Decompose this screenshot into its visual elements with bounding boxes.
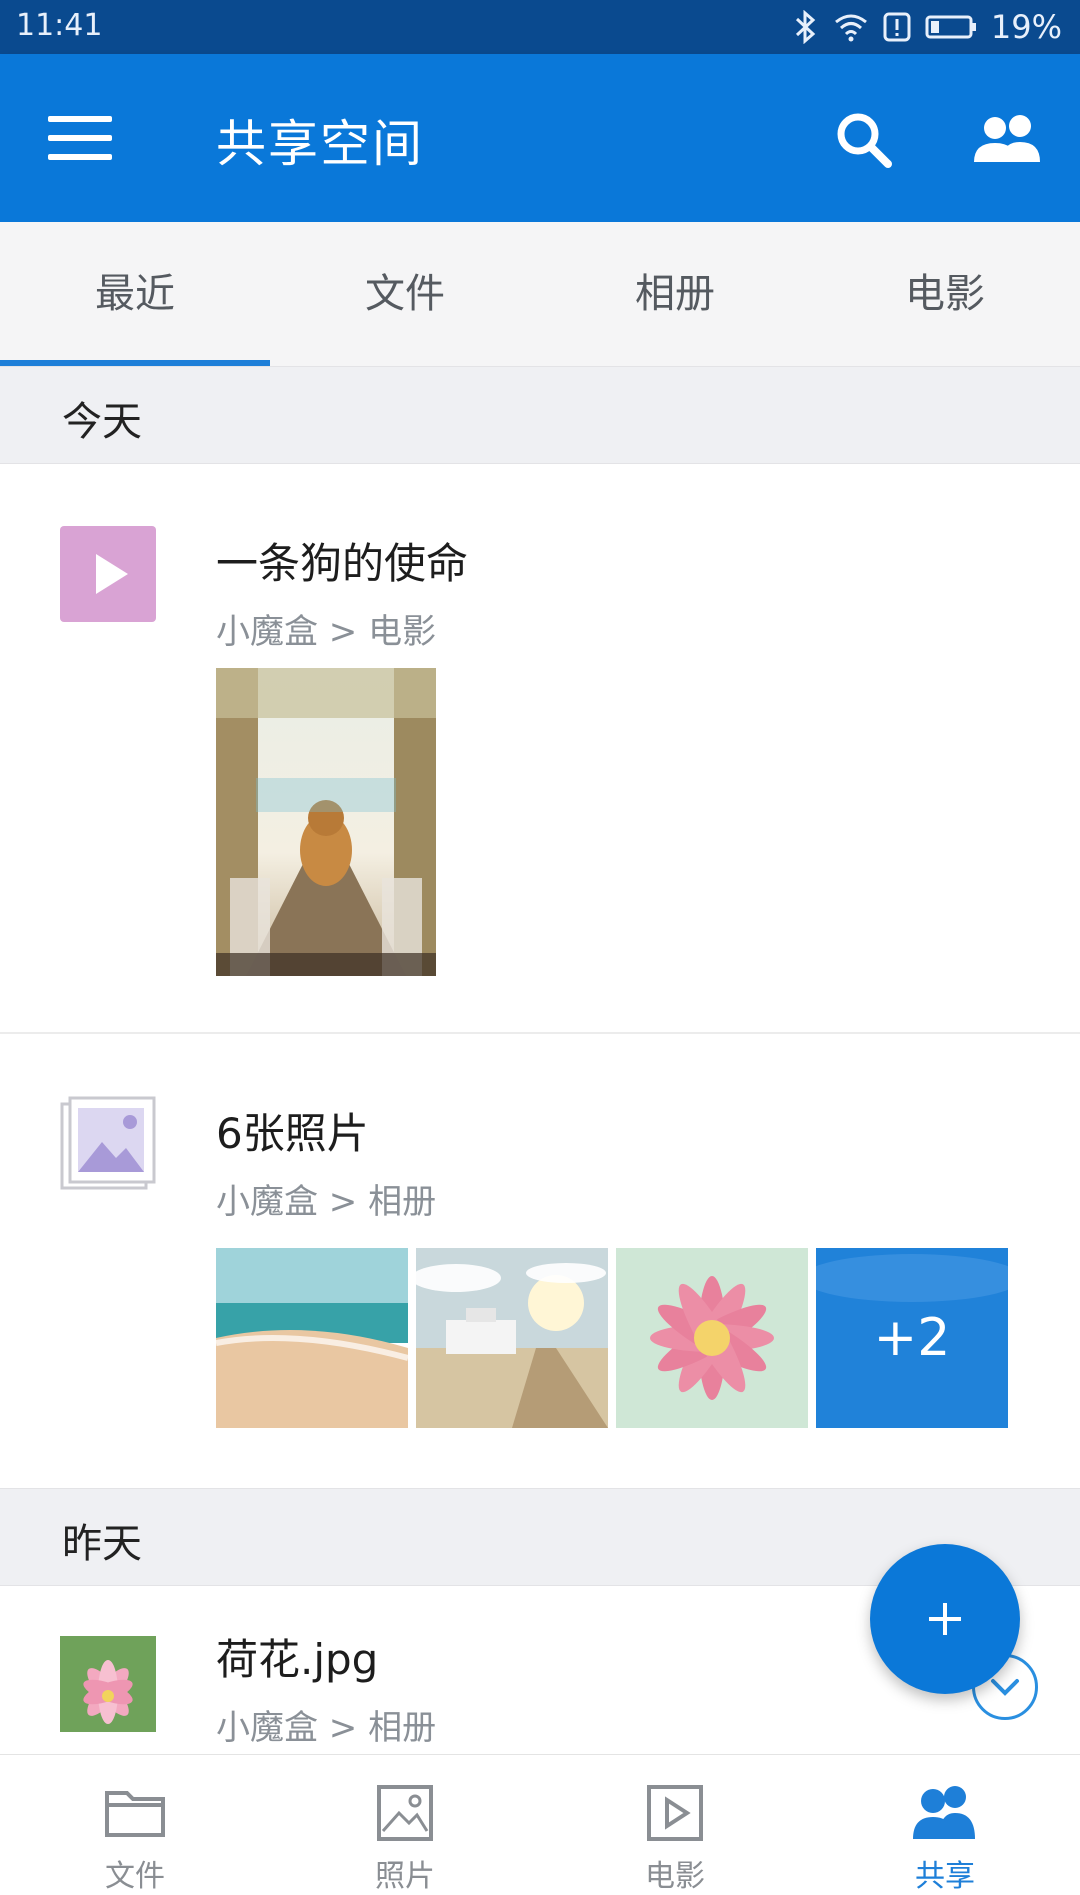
- status-time: 11:41: [16, 8, 103, 43]
- section-title: 昨天: [62, 1521, 142, 1567]
- item-path: 小魔盒 > 相册: [216, 1182, 437, 1222]
- photo-thumbnail-boat[interactable]: [416, 1248, 608, 1428]
- members-button[interactable]: [968, 110, 1048, 170]
- tab-files[interactable]: 文件: [270, 222, 540, 366]
- nav-photos[interactable]: 照片: [270, 1755, 540, 1894]
- album-type-icon: [60, 1096, 156, 1192]
- photo-thumbnail-beach[interactable]: [216, 1248, 408, 1428]
- item-title[interactable]: 一条狗的使命: [216, 530, 468, 591]
- people-icon: [913, 1786, 975, 1839]
- item-title[interactable]: 荷花.jpg: [216, 1626, 378, 1687]
- item-path: 小魔盒 > 相册: [216, 1708, 437, 1748]
- nav-label: 文件: [105, 1859, 165, 1894]
- item-title[interactable]: 6张照片: [216, 1100, 369, 1161]
- more-photos-count: +2: [816, 1248, 1008, 1428]
- image-icon: [377, 1785, 433, 1841]
- nav-files[interactable]: 文件: [0, 1755, 270, 1894]
- play-icon: [647, 1785, 703, 1841]
- search-button[interactable]: [830, 106, 900, 176]
- nav-movies[interactable]: 电影: [540, 1755, 810, 1894]
- item-divider: [0, 1032, 1080, 1034]
- nav-label: 照片: [375, 1859, 435, 1894]
- people-icon: [974, 115, 1040, 162]
- alert-icon: [883, 12, 911, 42]
- photo-thumbnail-flower[interactable]: [616, 1248, 808, 1428]
- tab-recent[interactable]: 最近: [0, 222, 270, 366]
- photo-thumbnail-more[interactable]: +2: [816, 1248, 1008, 1428]
- photo-album-icon: [60, 1096, 156, 1190]
- nav-label: 共享: [915, 1859, 975, 1894]
- nav-label: 电影: [645, 1859, 705, 1894]
- section-title: 今天: [62, 399, 142, 445]
- app-bar: 共享空间: [0, 54, 1080, 222]
- movie-poster-image: [216, 668, 436, 976]
- item-path: 小魔盒 > 电影: [216, 612, 437, 652]
- plus-icon: [929, 1603, 961, 1635]
- tab-bar: 最近 文件 相册 电影: [0, 222, 1080, 367]
- nav-share[interactable]: 共享: [810, 1755, 1080, 1894]
- tab-albums[interactable]: 相册: [540, 222, 810, 366]
- add-button[interactable]: [870, 1544, 1020, 1694]
- menu-icon-line: [48, 154, 112, 160]
- menu-button[interactable]: [48, 116, 112, 160]
- menu-icon-line: [48, 116, 112, 122]
- play-icon: [96, 554, 128, 594]
- status-icons: 19%: [793, 6, 1062, 48]
- folder-icon: [105, 1791, 165, 1837]
- movie-poster[interactable]: [216, 668, 436, 976]
- tab-movies[interactable]: 电影: [810, 222, 1080, 366]
- battery-icon: [925, 15, 976, 39]
- page-title: 共享空间: [216, 115, 424, 173]
- search-icon: [837, 113, 892, 168]
- bluetooth-icon: [795, 10, 816, 44]
- status-bar: 11:41 19%: [0, 0, 1080, 54]
- wifi-icon: [834, 14, 867, 42]
- bottom-navigation: 文件 照片 电影 共享: [0, 1754, 1080, 1894]
- section-header-today: 今天: [0, 366, 1080, 464]
- lotus-thumbnail[interactable]: [60, 1636, 156, 1732]
- menu-icon-line: [48, 135, 112, 141]
- video-type-icon: [60, 526, 156, 622]
- battery-percent: 19%: [990, 8, 1062, 46]
